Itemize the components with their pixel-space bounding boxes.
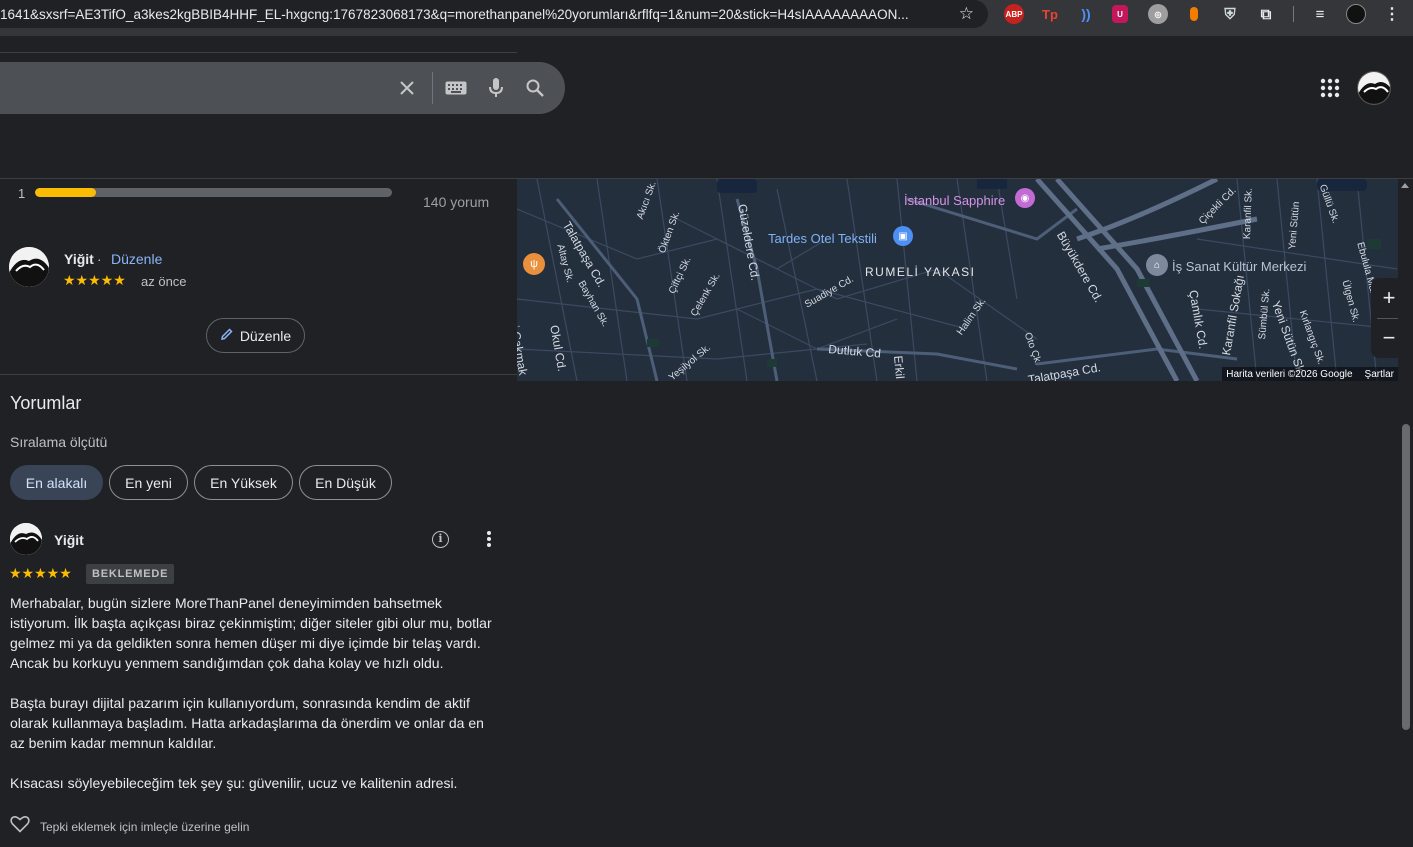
account-avatar[interactable] — [1357, 71, 1391, 105]
address-bar[interactable]: 1641&sxsrf=AE3TifO_a3kes2kgBBIB4HHF_EL-h… — [0, 0, 988, 28]
my-review-time: az önce — [141, 274, 187, 289]
edit-button-label: Düzenle — [239, 327, 292, 344]
sort-chip-relevant[interactable]: En alakalı — [10, 465, 103, 500]
bookmark-star-icon[interactable]: ☆ — [959, 4, 974, 24]
mic-icon[interactable] — [484, 76, 508, 100]
reviews-heading: Yorumlar — [10, 393, 82, 413]
avatar — [10, 523, 42, 555]
review-text: Merhabalar, bugün sizlere MoreThanPanel … — [10, 593, 500, 813]
ublock-icon[interactable]: U — [1112, 5, 1128, 23]
heart-icon[interactable] — [10, 815, 30, 838]
review-stars: ★★★★★ — [9, 565, 72, 581]
right-background — [517, 381, 1398, 847]
avatar — [9, 247, 49, 287]
review-count[interactable]: 140 yorum — [423, 194, 489, 210]
status-badge: BEKLEMEDE — [86, 564, 175, 584]
abp-icon[interactable]: ABP — [1004, 4, 1024, 24]
my-review-author: Yiğit — [64, 251, 94, 267]
keyboard-icon[interactable] — [444, 76, 468, 100]
puzzle-icon[interactable]: ⧉ — [1256, 4, 1276, 24]
review-author[interactable]: Yiğit — [54, 532, 84, 548]
street-label: Karanfil Sk. — [1242, 187, 1255, 240]
profile-icon[interactable] — [1346, 4, 1366, 24]
reaction-row[interactable]: Tepki eklemek için imleçle üzerine gelin — [10, 815, 249, 838]
toolbar-divider — [1293, 6, 1294, 22]
map-terms-link[interactable]: Şartlar — [1365, 369, 1394, 380]
shopping-bag-icon[interactable]: ▣ — [893, 226, 913, 246]
drop-icon[interactable] — [1184, 4, 1204, 24]
rating-distribution-bar — [35, 188, 392, 197]
search-box[interactable] — [0, 62, 565, 114]
review-paragraph: Kısacası söyleyebileceğim tek şey şu: gü… — [10, 775, 458, 791]
menu-dots-icon[interactable]: ⋮ — [1382, 4, 1402, 24]
poi-label[interactable]: Tardes Otel Tekstili — [768, 231, 877, 246]
divider — [0, 52, 517, 53]
pencil-icon — [220, 327, 234, 344]
restaurant-icon[interactable]: ψ — [523, 253, 545, 275]
tp-icon[interactable]: Tp — [1040, 4, 1060, 24]
scroll-thumb[interactable] — [1402, 424, 1410, 730]
edit-review-link[interactable]: Düzenle — [111, 251, 162, 267]
map-data-credit: Harita verileri ©2026 Google — [1226, 368, 1353, 380]
media-icon[interactable]: ≡ — [1310, 4, 1330, 24]
glasses-icon[interactable]: ◎ — [1148, 4, 1168, 24]
my-review-stars: ★★★★★ — [63, 272, 126, 288]
edit-review-button[interactable]: Düzenle — [206, 318, 305, 353]
google-apps-icon[interactable] — [1318, 76, 1342, 100]
more-options-icon[interactable] — [482, 529, 496, 549]
camera-icon[interactable]: ◉ — [1015, 188, 1035, 208]
poi-label[interactable]: İş Sanat Kültür Merkezi — [1172, 259, 1306, 274]
search-icon[interactable] — [523, 76, 547, 100]
rating-bar-fill — [35, 188, 96, 197]
museum-icon[interactable]: ⌂ — [1146, 254, 1168, 276]
info-icon[interactable]: i — [432, 531, 449, 548]
sort-chip-highest[interactable]: En Yüksek — [194, 465, 293, 500]
shield-icon[interactable]: ⛨ — [1220, 4, 1240, 24]
section-divider — [0, 374, 517, 375]
area-label: RUMELİ YAKASI — [865, 265, 976, 279]
reaction-hint: Tepki eklemek için imleçle üzerine gelin — [40, 819, 250, 834]
scroll-up-arrow-icon[interactable] — [1401, 183, 1409, 188]
browser-toolbar: 1641&sxsrf=AE3TifO_a3kes2kgBBIB4HHF_EL-h… — [0, 0, 1413, 36]
review-paragraph: Başta burayı dijital pazarım için kullan… — [10, 695, 484, 751]
url-text[interactable]: 1641&sxsrf=AE3TifO_a3kes2kgBBIB4HHF_EL-h… — [0, 7, 940, 22]
sort-chip-newest[interactable]: En yeni — [109, 465, 188, 500]
page-scrollbar[interactable] — [1398, 179, 1413, 847]
sort-label: Sıralama ölçütü — [10, 434, 108, 450]
street-label: Erkil — [891, 355, 908, 380]
map-view[interactable]: ◉ İstanbul Sapphire ▣ Tardes Otel Teksti… — [517, 179, 1398, 381]
close-icon[interactable] — [395, 76, 419, 100]
review-paragraph: Merhabalar, bugün sizlere MoreThanPanel … — [10, 595, 492, 671]
rating-star-level: 1 — [18, 186, 26, 201]
separator-dot: · — [97, 251, 102, 267]
map-attribution: Harita verileri ©2026 Google Şartlar — [1222, 367, 1398, 381]
poi-label[interactable]: İstanbul Sapphire — [904, 193, 1005, 208]
wifi-icon[interactable]: )) — [1076, 4, 1096, 24]
sort-chip-lowest[interactable]: En Düşük — [299, 465, 392, 500]
search-divider — [432, 72, 433, 104]
